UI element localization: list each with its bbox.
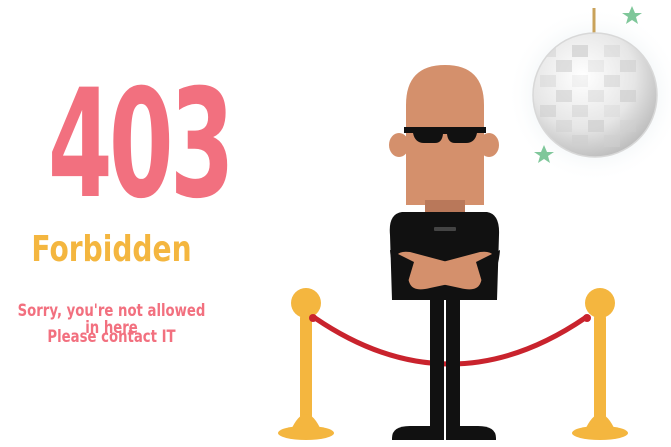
- disco-ball-icon: [507, 7, 671, 183]
- stanchion-icon: [278, 288, 334, 440]
- bouncer-illustration: [278, 6, 671, 440]
- stanchion-icon: [572, 288, 628, 440]
- error-page: 403 Forbidden Sorry, you're not allowed …: [0, 0, 671, 447]
- bouncer-icon: [389, 65, 500, 440]
